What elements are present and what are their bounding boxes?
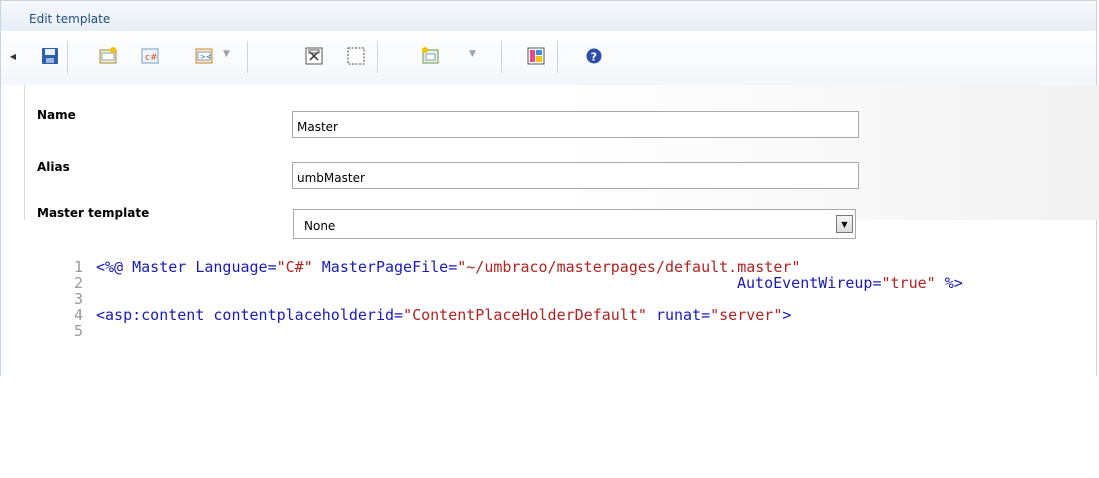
name-input[interactable]: Master	[292, 111, 859, 138]
edit-template-content: Name Master Alias umbMaster Master templ…	[0, 85, 1099, 376]
name-label: Name	[37, 108, 76, 122]
toolbar-separator	[67, 41, 68, 73]
line-number: 5	[73, 322, 83, 340]
master-template-select[interactable]: None ▼	[293, 209, 856, 239]
insert-field-icon[interactable]	[97, 45, 119, 67]
template-properties: Name Master Alias umbMaster Master templ…	[24, 85, 1099, 220]
svg-text:><: ><	[200, 53, 212, 61]
alias-label: Alias	[37, 160, 70, 174]
code-editor[interactable]: 1 <%@ Master Language="C#" MasterPageFil…	[1, 258, 1096, 376]
insert-placeholder-icon[interactable]	[303, 45, 325, 67]
insert-inline-code-icon[interactable]: c#	[139, 45, 161, 67]
code-line: <asp:content contentplaceholderid="Conte…	[96, 306, 792, 324]
dropdown-arrow-icon[interactable]: ▼	[836, 215, 853, 233]
toolbar-separator	[501, 41, 502, 73]
toolbar-separator	[557, 41, 558, 73]
alias-input[interactable]: umbMaster	[292, 162, 859, 189]
code-line: <%@ Master Language="C#" MasterPageFile=…	[96, 258, 801, 276]
master-template-value: None	[304, 219, 336, 233]
panel-title: Edit template	[29, 12, 111, 26]
insert-content-area-icon[interactable]	[345, 45, 367, 67]
svg-text:?: ?	[591, 51, 597, 64]
macro-dropdown-arrow-icon[interactable]: ▼	[223, 49, 233, 59]
templates-icon[interactable]	[525, 45, 547, 67]
svg-text:c#: c#	[145, 53, 158, 63]
toolbar-separator	[377, 41, 378, 73]
panel-header: Edit template	[0, 0, 1097, 31]
collapse-arrow-icon[interactable]: ◀	[9, 45, 17, 67]
insert-macro-icon[interactable]: ><	[193, 45, 215, 67]
code-line: AutoEventWireup="true" %>	[737, 274, 963, 292]
master-template-label: Master template	[37, 206, 150, 220]
insert-snippet-icon[interactable]	[419, 45, 441, 67]
toolbar-separator	[247, 41, 248, 73]
help-icon[interactable]: ?	[583, 45, 605, 67]
toolbar: ◀ c# >< ▼ ▼ ?	[0, 31, 1097, 85]
save-icon[interactable]	[39, 45, 61, 67]
snippet-dropdown-arrow-icon[interactable]: ▼	[469, 49, 479, 59]
